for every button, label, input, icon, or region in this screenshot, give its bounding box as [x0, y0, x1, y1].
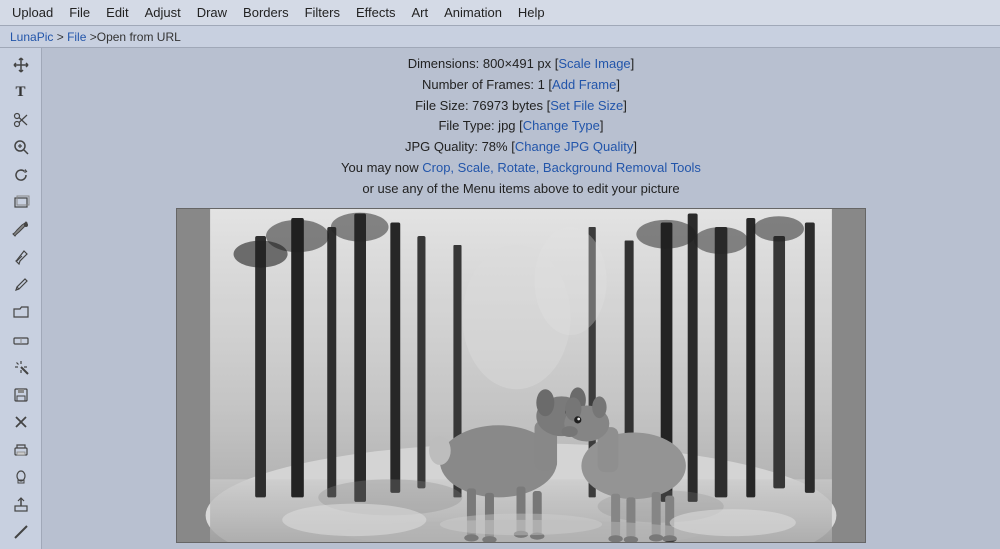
add-frame-link[interactable]: Add Frame: [552, 77, 616, 92]
toolbar-sidebar: T: [0, 48, 42, 549]
tool-save[interactable]: [6, 382, 36, 408]
tool-scissors[interactable]: [6, 107, 36, 133]
menu-borders[interactable]: Borders: [235, 2, 297, 23]
menu-file[interactable]: File: [61, 2, 98, 23]
menu-art[interactable]: Art: [403, 2, 436, 23]
jpgquality-text: JPG Quality: 78%: [405, 139, 508, 154]
menu-animation[interactable]: Animation: [436, 2, 510, 23]
breadcrumb: LunaPic > File > Open from URL: [0, 26, 1000, 48]
breadcrumb-sep2: >: [86, 30, 96, 44]
tools-line: You may now Crop, Scale, Rotate, Backgro…: [341, 158, 701, 179]
tool-share[interactable]: [6, 492, 36, 518]
tools-link[interactable]: Crop, Scale, Rotate, Background Removal …: [422, 160, 701, 175]
may-now-text: You may now: [341, 160, 419, 175]
menu-upload[interactable]: Upload: [4, 2, 61, 23]
menu-filters[interactable]: Filters: [297, 2, 348, 23]
deer-scene-image: [177, 209, 865, 542]
image-display: [176, 208, 866, 543]
filesize-text: File Size: 76973 bytes: [415, 98, 543, 113]
tool-layers[interactable]: [6, 190, 36, 216]
breadcrumb-site[interactable]: LunaPic: [10, 30, 53, 44]
menu-effects[interactable]: Effects: [348, 2, 404, 23]
filetype-line: File Type: jpg [Change Type]: [341, 116, 701, 137]
tool-eyedropper[interactable]: [6, 245, 36, 271]
content-area: Dimensions: 800×491 px [Scale Image] Num…: [42, 48, 1000, 549]
dimensions-text: Dimensions: 800×491 px: [408, 56, 551, 71]
tool-rotate[interactable]: [6, 162, 36, 188]
tool-pencil[interactable]: [6, 272, 36, 298]
frames-text: Number of Frames: 1: [422, 77, 545, 92]
tool-close[interactable]: [6, 410, 36, 436]
scale-image-link[interactable]: Scale Image: [558, 56, 630, 71]
menubar: Upload File Edit Adjust Draw Borders Fil…: [0, 0, 1000, 26]
tool-paintbrush[interactable]: [6, 217, 36, 243]
menu-help[interactable]: Help: [510, 2, 553, 23]
filesize-line: File Size: 76973 bytes [Set File Size]: [341, 96, 701, 117]
info-panel: Dimensions: 800×491 px [Scale Image] Num…: [341, 54, 701, 200]
menu-draw[interactable]: Draw: [189, 2, 235, 23]
breadcrumb-page: Open from URL: [97, 30, 181, 44]
breadcrumb-section[interactable]: File: [67, 30, 86, 44]
filetype-text: File Type: jpg: [438, 118, 515, 133]
tool-stamp[interactable]: [6, 465, 36, 491]
change-jpg-link[interactable]: Change JPG Quality: [515, 139, 634, 154]
jpgquality-line: JPG Quality: 78% [Change JPG Quality]: [341, 137, 701, 158]
tool-print[interactable]: [6, 437, 36, 463]
dimensions-line: Dimensions: 800×491 px [Scale Image]: [341, 54, 701, 75]
change-type-link[interactable]: Change Type: [523, 118, 600, 133]
main-layout: T: [0, 48, 1000, 549]
menu-hint-text: or use any of the Menu items above to ed…: [362, 181, 679, 196]
tool-wand[interactable]: [6, 355, 36, 381]
tool-folder[interactable]: [6, 300, 36, 326]
menu-edit[interactable]: Edit: [98, 2, 136, 23]
menu-hint-line: or use any of the Menu items above to ed…: [341, 179, 701, 200]
tool-zoom[interactable]: [6, 135, 36, 161]
tool-move[interactable]: [6, 52, 36, 78]
menu-adjust[interactable]: Adjust: [137, 2, 189, 23]
tool-eraser[interactable]: [6, 327, 36, 353]
tool-line[interactable]: [6, 520, 36, 546]
tool-text[interactable]: T: [6, 80, 36, 106]
breadcrumb-sep1: >: [53, 30, 67, 44]
frames-line: Number of Frames: 1 [Add Frame]: [341, 75, 701, 96]
set-file-size-link[interactable]: Set File Size: [550, 98, 623, 113]
